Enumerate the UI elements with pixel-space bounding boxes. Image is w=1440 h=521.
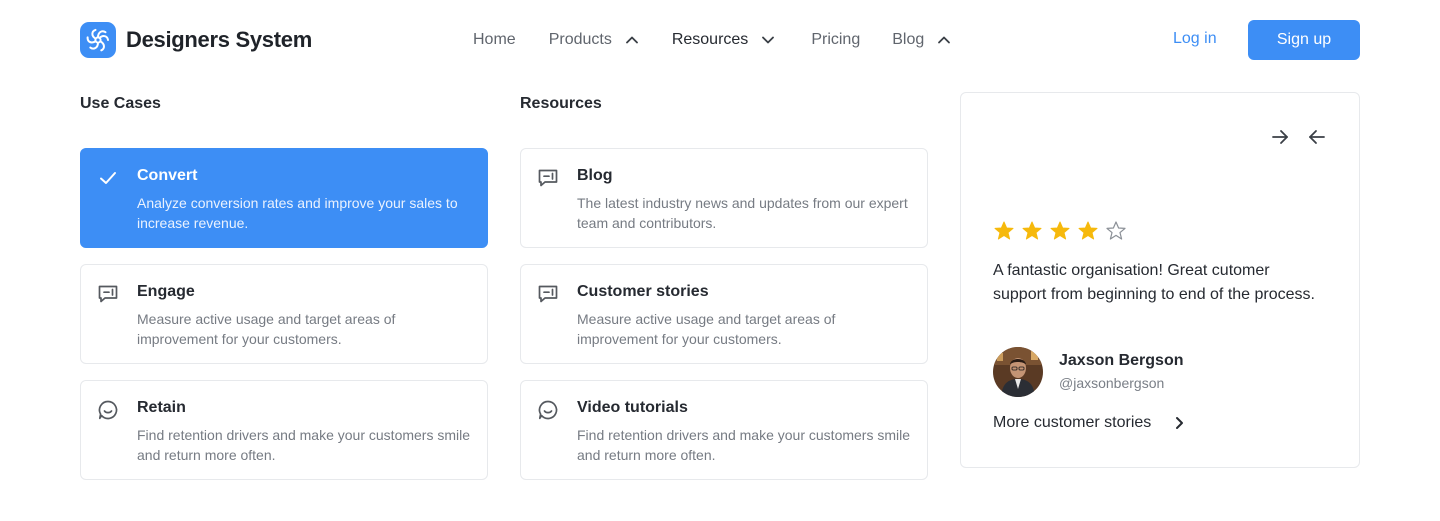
- smile-chat-icon: [538, 400, 558, 420]
- resource-card-video-tutorials[interactable]: Video tutorials Find retention drivers a…: [520, 380, 928, 480]
- card-description: Measure active usage and target areas of…: [577, 311, 836, 347]
- star-filled-icon: [1050, 221, 1070, 240]
- avatar: [993, 347, 1043, 397]
- star-filled-icon: [1022, 221, 1042, 240]
- card-description: Measure active usage and target areas of…: [137, 311, 396, 347]
- card-description: Find retention drivers and make your cus…: [577, 427, 911, 463]
- nav-products-label: Products: [548, 31, 612, 48]
- message-plus-icon: [538, 285, 558, 303]
- message-plus-icon: [98, 285, 118, 303]
- use-case-card-retain[interactable]: Retain Find retention drivers and make y…: [80, 380, 488, 480]
- nav-products[interactable]: Products: [549, 29, 640, 51]
- card-title: Video tutorials: [577, 399, 688, 416]
- chevron-right-icon: [1176, 417, 1184, 429]
- nav-resources[interactable]: Resources: [672, 29, 776, 51]
- nav-home-label: Home: [473, 31, 516, 48]
- brand-name: Designers System: [126, 27, 312, 52]
- star-filled-icon: [1078, 221, 1098, 240]
- testimonial-card: A fantastic organisation! Great cutomer …: [960, 92, 1360, 468]
- use-cases-heading: Use Cases: [80, 95, 161, 112]
- card-title: Convert: [137, 167, 198, 184]
- author-handle: @jaxsonbergson: [1059, 375, 1165, 391]
- card-description: Find retention drivers and make your cus…: [137, 427, 471, 463]
- chevron-up-icon: [938, 36, 951, 44]
- main-nav: Home Products Resources Pricing Blog: [473, 29, 952, 51]
- more-customer-stories-link[interactable]: More customer stories: [993, 414, 1187, 432]
- nav-pricing[interactable]: Pricing: [811, 29, 860, 51]
- card-title: Engage: [137, 283, 195, 300]
- star-filled-icon: [994, 221, 1014, 240]
- arrow-right-icon[interactable]: [1269, 126, 1291, 148]
- card-description: Analyze conversion rates and improve you…: [137, 195, 458, 231]
- nav-home[interactable]: Home: [473, 29, 516, 51]
- use-case-card-engage[interactable]: Engage Measure active usage and target a…: [80, 264, 488, 364]
- signup-button[interactable]: Sign up: [1248, 20, 1360, 60]
- card-title: Customer stories: [577, 283, 709, 300]
- resource-card-customer-stories[interactable]: Customer stories Measure active usage an…: [520, 264, 928, 364]
- arrow-left-icon[interactable]: [1306, 126, 1328, 148]
- brand-logo[interactable]: Designers System: [80, 22, 312, 58]
- card-title: Blog: [577, 167, 613, 184]
- star-rating: [993, 220, 1133, 242]
- card-description: The latest industry news and updates fro…: [577, 195, 908, 231]
- chevron-down-icon: [762, 36, 775, 44]
- login-link[interactable]: Log in: [1173, 30, 1217, 48]
- message-plus-icon: [538, 169, 558, 187]
- nav-resources-label: Resources: [671, 31, 749, 48]
- author-name: Jaxson Bergson: [1059, 352, 1184, 369]
- chevron-up-icon: [625, 36, 638, 44]
- check-icon: [100, 172, 116, 184]
- more-link-label: More customer stories: [993, 414, 1152, 431]
- smile-chat-icon: [98, 400, 118, 420]
- resources-heading: Resources: [520, 95, 602, 112]
- nav-blog-label: Blog: [892, 31, 925, 48]
- testimonial-quote: A fantastic organisation! Great cutomer …: [993, 262, 1315, 303]
- nav-pricing-label: Pricing: [811, 31, 861, 48]
- nav-blog[interactable]: Blog: [892, 29, 952, 51]
- card-title: Retain: [137, 399, 186, 416]
- use-case-card-convert[interactable]: Convert Analyze conversion rates and imp…: [80, 148, 488, 248]
- resource-card-blog[interactable]: Blog The latest industry news and update…: [520, 148, 928, 248]
- star-empty-icon: [1106, 221, 1126, 240]
- brand-swirl-icon: [80, 22, 116, 58]
